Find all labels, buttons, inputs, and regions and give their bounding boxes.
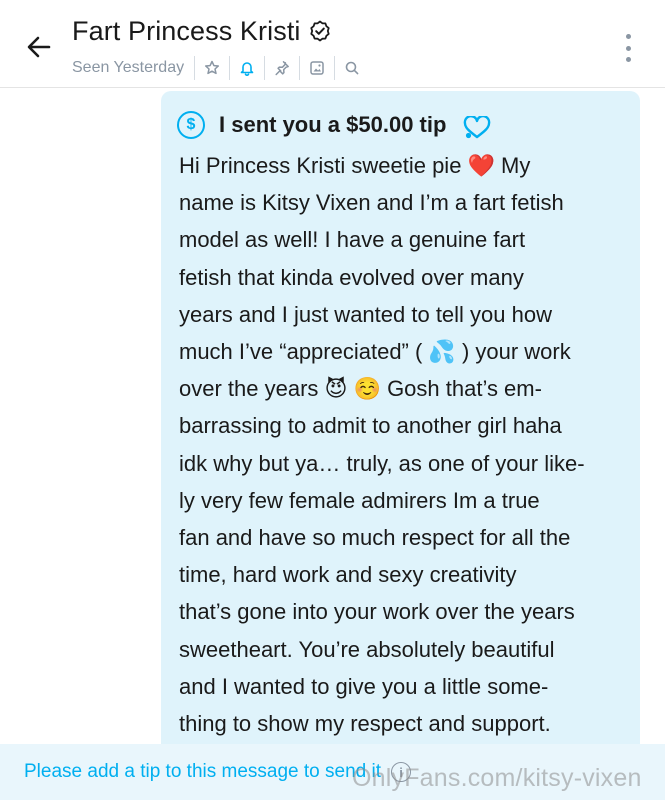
tip-required-bar[interactable]: Please add a tip to this message to send… <box>0 744 665 800</box>
kebab-dot <box>625 34 631 39</box>
chat-header: Fart Princess Kristi Seen Yesterday <box>0 0 665 88</box>
message-line: barrassing to admit to another girl haha <box>179 413 562 439</box>
message-line: fan and have so much respect for all the <box>179 525 571 551</box>
bell-icon[interactable] <box>229 56 264 80</box>
more-vertical-icon[interactable] <box>616 30 640 66</box>
message-line: idk why but ya… truly, as one of your li… <box>179 450 585 476</box>
tip-label: I sent you a $50.00 tip <box>219 112 447 137</box>
message-line: and I wanted to give you a little some- <box>179 673 549 699</box>
message-line: much I’ve “appreciated” ( 💦 ) your work <box>179 339 571 365</box>
kebab-dot <box>625 57 631 62</box>
message-line: that’s gone into your work over the year… <box>179 599 575 625</box>
gallery-icon[interactable] <box>299 56 334 80</box>
search-icon[interactable] <box>334 56 369 80</box>
message-line: sweetheart. You’re absolutely beautiful <box>179 636 555 662</box>
message-line: name is Kitsy Vixen and I’m a fart fetis… <box>179 190 564 216</box>
message-bubble[interactable]: $ I sent you a $50.00 tip Hi Princess Kr… <box>161 91 640 751</box>
verified-icon <box>309 20 331 42</box>
message-line: model as well! I have a genuine fart <box>179 227 526 253</box>
header-toolbar: Seen Yesterday <box>72 56 369 80</box>
message-line: over the years 😈 ☺️ Gosh that’s em- <box>179 376 542 402</box>
info-icon[interactable]: i <box>391 762 411 782</box>
kebab-dot <box>625 45 631 51</box>
title-row: Fart Princess Kristi <box>72 14 331 48</box>
message-line: thing to show my respect and support. <box>179 711 551 737</box>
heart-icon <box>462 114 492 145</box>
pin-icon[interactable] <box>264 56 299 80</box>
tip-row: $ I sent you a $50.00 tip <box>177 107 622 143</box>
back-arrow-icon[interactable] <box>22 30 56 64</box>
dollar-circle-icon: $ <box>177 111 205 139</box>
message-line: fetish that kinda evolved over many <box>179 264 524 290</box>
page-title[interactable]: Fart Princess Kristi <box>72 16 301 47</box>
tip-prompt-link[interactable]: Please add a tip to this message to send… <box>24 761 381 783</box>
message-line: ly very few female admirers Im a true <box>179 487 540 513</box>
message-text: Hi Princess Kristi sweetie pie ❤️ My nam… <box>179 147 622 742</box>
message-line: time, hard work and sexy creativity <box>179 562 517 588</box>
star-icon[interactable] <box>194 56 229 80</box>
message-line: Hi Princess Kristi sweetie pie ❤️ My <box>179 153 531 178</box>
seen-status: Seen Yesterday <box>72 59 185 76</box>
message-line: years and I just wanted to tell you how <box>179 301 552 327</box>
